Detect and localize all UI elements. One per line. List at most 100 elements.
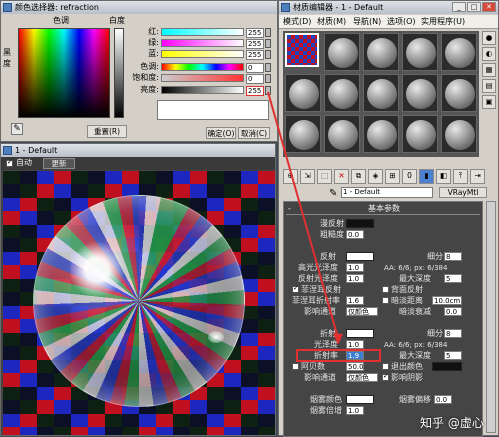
refract-color-swatch[interactable] [346, 329, 374, 338]
green-slider[interactable] [161, 39, 244, 47]
menu-navigation[interactable]: 导航(N) [353, 17, 381, 27]
eyedropper-icon[interactable]: ✎ [11, 123, 23, 135]
hue-channel-slider[interactable] [161, 63, 244, 71]
saturation-spinner[interactable] [265, 74, 271, 83]
sample-slot[interactable] [402, 74, 438, 112]
copy-material-icon[interactable]: ⧉ [351, 169, 366, 184]
assign-material-icon[interactable]: ⬚ [317, 169, 332, 184]
refr-affect-channels-dropdown[interactable]: 仅颜色 [346, 373, 378, 382]
red-slider[interactable] [161, 28, 244, 36]
update-button[interactable]: 更新 [43, 158, 75, 169]
sample-slot[interactable] [324, 33, 360, 71]
sample-slot[interactable] [363, 33, 399, 71]
value-spinner[interactable] [265, 86, 271, 95]
saturation-value[interactable]: 0 [246, 74, 264, 84]
close-icon[interactable]: ✕ [482, 2, 496, 12]
diffuse-color-swatch[interactable] [346, 219, 374, 228]
video-check-icon[interactable]: ▣ [482, 95, 496, 109]
max-depth-field[interactable]: 5 [444, 274, 462, 283]
hue-channel-value[interactable]: 0 [246, 63, 264, 73]
dim-distance-checkbox[interactable] [382, 297, 389, 304]
sample-slot[interactable] [285, 74, 321, 112]
green-value[interactable]: 255 [246, 39, 264, 49]
roughness-field[interactable]: 0.0 [346, 230, 364, 239]
menu-options[interactable]: 选项(O) [387, 17, 416, 27]
sample-slot-active[interactable] [285, 33, 319, 67]
hilight-gloss-field[interactable]: 1.0 [346, 263, 364, 272]
color-picker-titlebar[interactable]: 颜色选择器: refraction [1, 1, 277, 14]
blue-value[interactable]: 255 [246, 50, 264, 60]
panel-scrollbar[interactable] [486, 201, 496, 433]
back-reflect-checkbox[interactable] [382, 286, 389, 293]
fresnel-checkbox[interactable] [292, 284, 299, 293]
dim-distance-field[interactable]: 10.0cm [432, 296, 462, 305]
material-id-icon[interactable]: 0 [402, 169, 417, 184]
fog-color-swatch[interactable] [346, 395, 374, 404]
maximize-icon[interactable]: □ [467, 2, 481, 12]
sample-slot[interactable] [363, 115, 399, 153]
fog-multiplier-field[interactable]: 1.0 [346, 406, 364, 415]
fresnel-ior-field[interactable]: 1.6 [346, 296, 364, 305]
rollout-header[interactable]: - 基本参数 [286, 204, 480, 215]
reflect-color-swatch[interactable] [346, 252, 374, 261]
abbe-checkbox[interactable] [292, 363, 299, 370]
preview-titlebar[interactable]: 1 - Default [1, 144, 275, 157]
menu-material[interactable]: 材质(M) [317, 17, 346, 27]
uv-tiling-icon[interactable]: ▤ [482, 79, 496, 93]
sample-slot[interactable] [285, 115, 321, 153]
hue-saturation-field[interactable] [18, 28, 110, 118]
menu-mode[interactable]: 模式(D) [283, 17, 311, 27]
refr-max-depth-field[interactable]: 5 [444, 351, 462, 360]
abbe-field[interactable]: 50.0 [346, 362, 364, 371]
eyedropper-icon[interactable]: ✎ [329, 188, 337, 199]
blue-spinner[interactable] [265, 50, 271, 59]
subdivs-field[interactable]: 8 [444, 252, 462, 261]
reset-map-icon[interactable]: ✕ [334, 169, 349, 184]
material-editor-titlebar[interactable]: 材质编辑器 - 1 - Default _ □ ✕ [279, 1, 498, 14]
hue-channel-spinner[interactable] [265, 63, 271, 72]
reset-button[interactable]: 重置(R) [87, 125, 127, 138]
red-value[interactable]: 255 [246, 28, 264, 38]
red-spinner[interactable] [265, 28, 271, 37]
affect-shadows-checkbox[interactable] [382, 372, 389, 381]
put-to-library-icon[interactable]: ⊞ [385, 169, 400, 184]
backlight-icon[interactable]: ◐ [482, 47, 496, 61]
sample-slot[interactable] [363, 74, 399, 112]
go-forward-icon[interactable]: ⇥ [470, 169, 485, 184]
fog-bias-field[interactable]: 0.0 [434, 395, 452, 404]
sample-slot[interactable] [441, 33, 477, 71]
make-unique-icon[interactable]: ◈ [368, 169, 383, 184]
material-type-button[interactable]: VRayMtl [439, 187, 487, 198]
whiteness-slider[interactable] [114, 28, 124, 118]
menu-utilities[interactable]: 实用程序(U) [421, 17, 465, 27]
sample-type-icon[interactable]: ● [482, 31, 496, 45]
minimize-icon[interactable]: _ [452, 2, 466, 12]
put-to-scene-icon[interactable]: ⇲ [300, 169, 315, 184]
exit-color-checkbox[interactable] [382, 363, 389, 370]
sample-slot[interactable] [324, 115, 360, 153]
sample-slot[interactable] [441, 74, 477, 112]
value-value[interactable]: 255 [246, 86, 264, 96]
go-to-parent-icon[interactable]: ⤒ [453, 169, 468, 184]
cancel-button[interactable]: 取消(C) [238, 127, 270, 139]
refr-subdivs-field[interactable]: 8 [444, 329, 462, 338]
green-spinner[interactable] [265, 39, 271, 48]
show-map-icon[interactable]: ▮ [419, 169, 434, 184]
glossiness-field[interactable]: 1.0 [346, 340, 364, 349]
refl-gloss-field[interactable]: 1.0 [346, 274, 364, 283]
sample-slot[interactable] [441, 115, 477, 153]
dim-falloff-field[interactable]: 0.0 [444, 307, 462, 316]
sample-slot[interactable] [324, 74, 360, 112]
ok-button[interactable]: 确定(O) [206, 127, 236, 139]
show-end-result-icon[interactable]: ◧ [436, 169, 451, 184]
affect-channels-dropdown[interactable]: 仅颜色 [346, 307, 378, 316]
ior-field[interactable]: 1.9 [346, 351, 364, 360]
get-material-icon[interactable]: ⊕ [283, 169, 298, 184]
material-name-field[interactable]: 1 - Default [341, 187, 433, 198]
background-icon[interactable]: ▦ [482, 63, 496, 77]
rollout-toggle[interactable]: - [288, 204, 291, 214]
auto-checkbox[interactable] [6, 158, 13, 167]
exit-color-swatch[interactable] [432, 362, 462, 371]
sample-slot[interactable] [402, 115, 438, 153]
saturation-slider[interactable] [161, 74, 244, 82]
